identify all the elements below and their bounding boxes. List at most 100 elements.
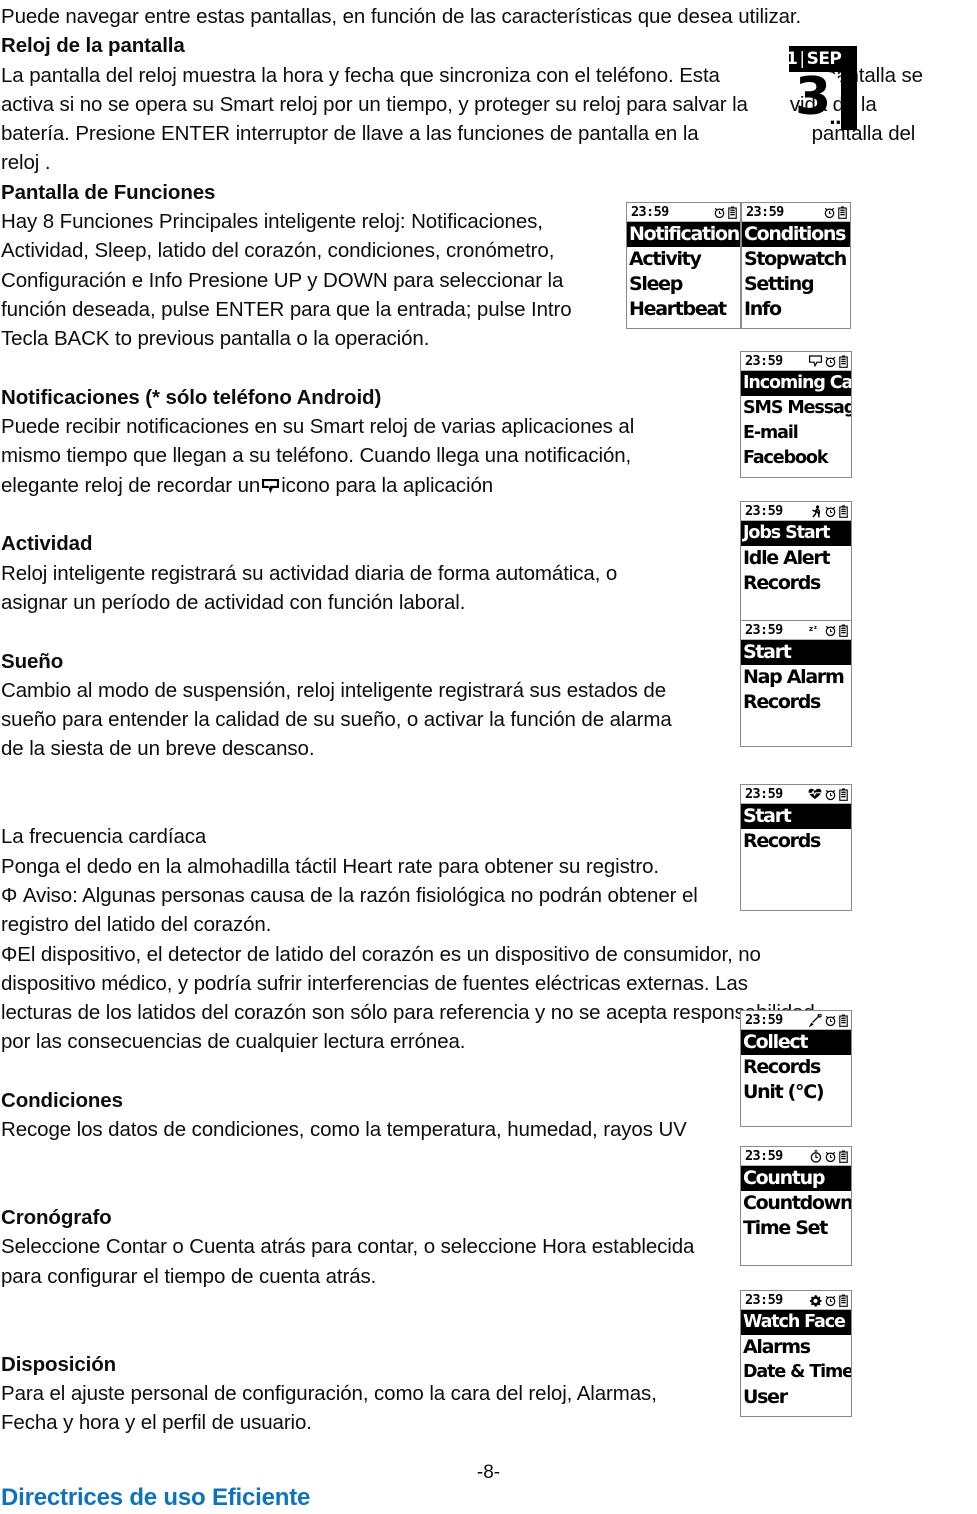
menu-item-records[interactable]: Records (741, 1055, 851, 1080)
thermometer-icon (809, 1013, 822, 1027)
watch-face-dots: .. (829, 108, 842, 129)
menu-item-idle-alert[interactable]: Idle Alert (741, 546, 851, 571)
cronografo-line-2: para configurar el tiempo de cuenta atrá… (1, 1264, 377, 1288)
reloj-line-1-left: La pantalla del reloj muestra la hora y … (1, 63, 720, 87)
page-number: -8- (476, 1462, 501, 1483)
menu-item-unit[interactable]: Unit (°C) (741, 1080, 851, 1105)
statusbar: 23:59 (741, 1291, 851, 1310)
alarm-clock-icon (824, 1294, 837, 1307)
menu-list[interactable]: Watch Face Alarms Date & Time User (741, 1310, 851, 1410)
menu-item-setting[interactable]: Setting (742, 272, 850, 297)
statusbar: 23:59 (741, 1147, 851, 1166)
menu-item-heartbeat[interactable]: Heartbeat (627, 297, 740, 322)
running-person-icon (811, 504, 822, 518)
menu-item-time-set[interactable]: Time Set (741, 1216, 851, 1241)
menu-item-records[interactable]: Records (741, 829, 851, 854)
watch-face-corner-block (841, 72, 857, 130)
menu-item-sms-message[interactable]: SMS Message (741, 396, 851, 421)
menu-item-start[interactable]: Start (741, 640, 851, 665)
menu-item-alarms[interactable]: Alarms (741, 1335, 851, 1360)
status-time: 23:59 (745, 622, 783, 638)
menu-item-incoming-calls[interactable]: Incoming Calls (741, 371, 851, 396)
reloj-line-4: reloj . (1, 151, 51, 175)
screen-sleep[interactable]: 23:59 zz Start Nap Alarm Records (740, 620, 852, 747)
status-time: 23:59 (745, 353, 783, 369)
status-icons (809, 1013, 848, 1027)
screen-stopwatch[interactable]: 23:59 Countup Countdown Time Set (740, 1146, 852, 1266)
menu-item-user[interactable]: User (741, 1385, 851, 1410)
svg-text:z: z (814, 625, 817, 631)
menu-item-date-time[interactable]: Date & Time (741, 1360, 851, 1385)
menu-item-facebook[interactable]: Facebook (741, 446, 851, 471)
menu-item-start[interactable]: Start (741, 804, 851, 829)
gear-icon (809, 1294, 822, 1307)
status-time: 23:59 (631, 204, 669, 220)
menu-item-sleep[interactable]: Sleep (627, 272, 740, 297)
menu-item-records[interactable]: Records (741, 571, 851, 596)
menu-list[interactable]: Conditions Stopwatch Setting Info (742, 222, 850, 322)
battery-icon (839, 788, 848, 801)
frecuencia-line-3: registro del latido del corazón. (1, 913, 272, 937)
notificaciones-line-3-suffix: icono para la aplicación (281, 473, 494, 497)
status-icons: zz (809, 624, 848, 637)
battery-icon (839, 355, 848, 368)
status-time: 23:59 (745, 1148, 783, 1164)
svg-text:z: z (809, 625, 813, 633)
screen-setting[interactable]: 23:59 Watch Face Alarms Date & Time User (740, 1290, 852, 1417)
alarm-clock-icon (824, 1014, 837, 1027)
menu-list[interactable]: Incoming Calls SMS Message E-mail Facebo… (741, 371, 851, 471)
menu-item-stopwatch[interactable]: Stopwatch (742, 247, 850, 272)
menu-item-nap-alarm[interactable]: Nap Alarm (741, 665, 851, 690)
reloj-line-2-left: activa si no se opera su Smart reloj por… (1, 92, 748, 116)
screen-activity[interactable]: 23:59 Jobs Start Idle Alert Records (740, 501, 852, 628)
status-icons (809, 355, 848, 368)
menu-item-activity[interactable]: Activity (627, 247, 740, 272)
watch-face-body: 3 .. (789, 67, 857, 136)
menu-list[interactable]: Start Nap Alarm Records (741, 640, 851, 715)
stopwatch-icon (810, 1149, 822, 1163)
alarm-clock-icon (823, 206, 836, 219)
message-bubble-icon (261, 478, 280, 495)
status-time: 23:59 (745, 503, 783, 519)
menu-item-email[interactable]: E-mail (741, 421, 851, 446)
screen-main-menu-2[interactable]: 23:59 Conditions Stopwatch Setting Info (741, 202, 851, 329)
menu-item-notifications[interactable]: Notifications (627, 222, 740, 247)
frecuencia-line-4: ΦEl dispositivo, el detector de latido d… (1, 942, 761, 966)
status-time: 23:59 (745, 786, 783, 802)
menu-list[interactable]: Countup Countdown Time Set (741, 1166, 851, 1241)
status-icons (809, 1294, 848, 1307)
statusbar: 23:59 (741, 1011, 851, 1030)
battery-icon (839, 1294, 848, 1307)
status-icons (810, 1149, 848, 1163)
screen-main-menu-1[interactable]: 23:59 Notifications Activity Sleep Heart… (626, 202, 741, 329)
intro-paragraph: Puede navegar entre estas pantallas, en … (1, 5, 802, 28)
menu-item-records[interactable]: Records (741, 690, 851, 715)
menu-item-conditions[interactable]: Conditions (742, 222, 850, 247)
statusbar: 23:59 zz (741, 621, 851, 640)
menu-list[interactable]: Collect Records Unit (°C) (741, 1030, 851, 1105)
screen-heartbeat[interactable]: 23:59 Start Records (740, 784, 852, 911)
screen-conditions[interactable]: 23:59 Collect Records Unit (°C) (740, 1010, 852, 1127)
alarm-clock-icon (824, 1150, 837, 1163)
menu-item-info[interactable]: Info (742, 297, 850, 322)
menu-item-watch-face[interactable]: Watch Face (741, 1310, 851, 1335)
message-bubble-icon (809, 355, 822, 367)
menu-item-countup[interactable]: Countup (741, 1166, 851, 1191)
menu-list[interactable]: Jobs Start Idle Alert Records (741, 521, 851, 596)
battery-icon (839, 624, 848, 637)
status-time: 23:59 (745, 1012, 783, 1028)
heading-directrices-de-uso-eficiente: Directrices de uso Eficiente (1, 1483, 311, 1511)
menu-list[interactable]: Notifications Activity Sleep Heartbeat (627, 222, 740, 322)
screen-notifications[interactable]: 23:59 Incoming Calls SMS Message E-mail … (740, 351, 852, 478)
menu-item-collect[interactable]: Collect (741, 1030, 851, 1055)
battery-icon (839, 1014, 848, 1027)
menu-item-countdown[interactable]: Countdown (741, 1191, 851, 1216)
battery-icon (728, 206, 737, 219)
status-icons (823, 206, 847, 219)
sleep-zzz-icon: zz (809, 624, 822, 637)
menu-item-jobs-start[interactable]: Jobs Start (741, 521, 851, 546)
status-time: 23:59 (745, 1292, 783, 1308)
watch-face-big-digit: 3 (795, 67, 831, 127)
alarm-clock-icon (713, 206, 726, 219)
menu-list[interactable]: Start Records (741, 804, 851, 854)
